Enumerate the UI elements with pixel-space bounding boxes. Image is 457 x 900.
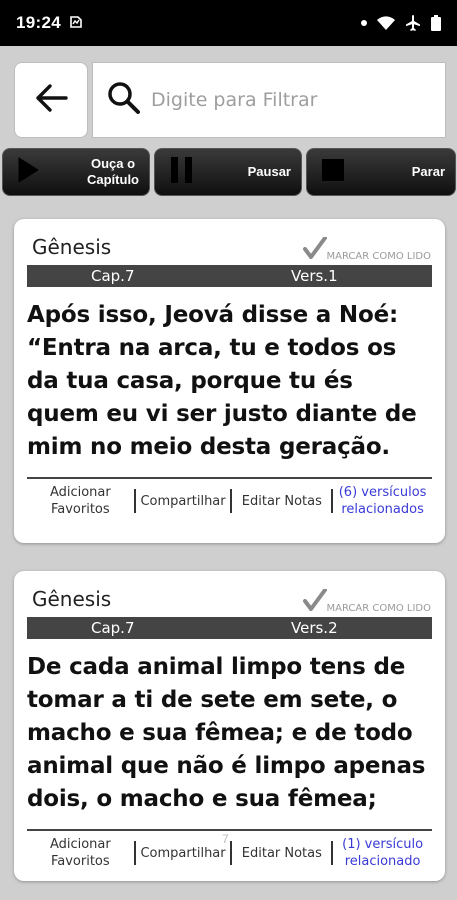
card-header: Gênesis MARCAR COMO LIDO bbox=[14, 571, 445, 617]
pause-button[interactable]: Pausar bbox=[154, 148, 302, 196]
pause-label: Pausar bbox=[247, 164, 291, 179]
stop-button[interactable]: Parar bbox=[306, 148, 456, 196]
reference-bar: Cap.7 Vers.2 bbox=[27, 617, 432, 639]
related-verses-link[interactable]: (6) versículos relacionados bbox=[333, 484, 432, 518]
verse-label: Vers.2 bbox=[291, 619, 338, 637]
dot-icon bbox=[361, 20, 367, 26]
verse-card: Gênesis MARCAR COMO LIDO Cap.7 Vers.2 De… bbox=[14, 571, 445, 881]
add-favorites-button[interactable]: Adicionar Favoritos bbox=[27, 836, 134, 870]
play-label: Ouça o Capítulo bbox=[87, 156, 139, 188]
verse-actions: Adicionar Favoritos Compartilhar Editar … bbox=[27, 477, 432, 523]
mark-as-read-label: MARCAR COMO LIDO bbox=[326, 251, 432, 262]
edit-notes-button[interactable]: Editar Notas bbox=[232, 845, 331, 862]
add-favorites-line1: Adicionar bbox=[49, 837, 111, 852]
status-time: 19:24 bbox=[16, 13, 61, 32]
chapter-label: Cap.7 bbox=[91, 619, 135, 637]
battery-icon bbox=[431, 15, 441, 31]
wifi-icon bbox=[377, 16, 395, 30]
add-favorites-button[interactable]: Adicionar Favoritos bbox=[27, 484, 134, 518]
top-bar bbox=[14, 62, 446, 138]
related-verses-line1: (1) versículo bbox=[342, 837, 424, 852]
back-button[interactable] bbox=[14, 62, 88, 138]
play-label-line1: Ouça o bbox=[90, 156, 136, 171]
mark-as-read-button[interactable]: MARCAR COMO LIDO bbox=[302, 236, 432, 262]
search-box[interactable] bbox=[92, 62, 446, 138]
notification-icon bbox=[69, 15, 83, 32]
related-verses-line1: (6) versículos bbox=[338, 485, 427, 500]
share-button[interactable]: Compartilhar bbox=[136, 845, 231, 862]
status-bar: 19:24 bbox=[0, 0, 457, 46]
add-favorites-line2: Favoritos bbox=[50, 854, 110, 869]
play-label-line2: Capítulo bbox=[87, 172, 139, 187]
chapter-label: Cap.7 bbox=[91, 267, 135, 285]
airplane-icon bbox=[405, 15, 421, 31]
play-chapter-button[interactable]: Ouça o Capítulo bbox=[2, 148, 150, 196]
add-favorites-line2: Favoritos bbox=[50, 502, 110, 517]
reference-bar: Cap.7 Vers.1 bbox=[27, 265, 432, 287]
edit-notes-button[interactable]: Editar Notas bbox=[232, 493, 331, 510]
add-favorites-line1: Adicionar bbox=[49, 485, 111, 500]
related-verses-line2: relacionados bbox=[341, 502, 424, 517]
verse-text: De cada animal limpo tens de tomar a ti … bbox=[27, 654, 426, 812]
search-input[interactable] bbox=[151, 89, 421, 111]
book-name: Gênesis bbox=[32, 235, 112, 259]
search-icon bbox=[107, 81, 141, 120]
card-header: Gênesis MARCAR COMO LIDO bbox=[14, 219, 445, 265]
stop-icon bbox=[321, 158, 345, 187]
checkmark-icon bbox=[302, 236, 327, 262]
share-button[interactable]: Compartilhar bbox=[136, 493, 231, 510]
related-verses-link[interactable]: (1) versículo relacionado bbox=[333, 836, 432, 870]
verse-label: Vers.1 bbox=[291, 267, 338, 285]
arrow-left-icon bbox=[34, 83, 68, 118]
page-indicator: 7 bbox=[222, 832, 229, 846]
stop-label: Parar bbox=[411, 164, 445, 179]
audio-controls: Ouça o Capítulo Pausar Parar bbox=[2, 148, 457, 198]
play-icon bbox=[17, 156, 39, 188]
status-icons bbox=[361, 15, 441, 31]
related-verses-line2: relacionado bbox=[344, 854, 421, 869]
verse-text: Após isso, Jeová disse a Noé: “Entra na … bbox=[27, 302, 417, 460]
mark-as-read-button[interactable]: MARCAR COMO LIDO bbox=[302, 588, 432, 614]
mark-as-read-label: MARCAR COMO LIDO bbox=[326, 603, 432, 614]
pause-icon bbox=[169, 156, 195, 189]
checkmark-icon bbox=[302, 588, 327, 614]
book-name: Gênesis bbox=[32, 587, 112, 611]
verse-card: Gênesis MARCAR COMO LIDO Cap.7 Vers.1 Ap… bbox=[14, 219, 445, 543]
verse-actions: Adicionar Favoritos Compartilhar Editar … bbox=[27, 829, 432, 875]
